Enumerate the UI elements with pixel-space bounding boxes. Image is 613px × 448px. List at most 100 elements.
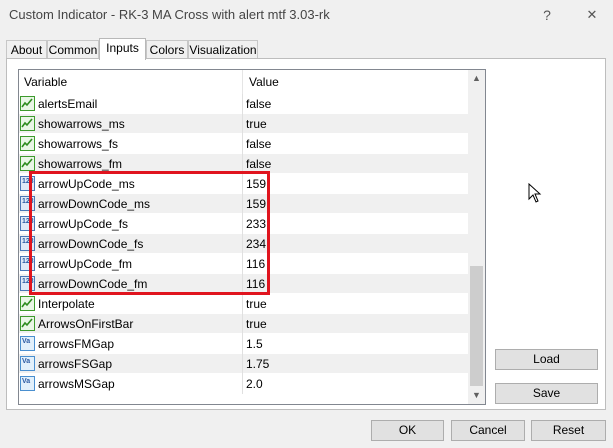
cell-divider (242, 254, 243, 274)
cell-divider (242, 134, 243, 154)
close-button[interactable]: ✕ (580, 4, 604, 26)
double-param-icon: Va (20, 336, 35, 351)
table-row[interactable]: alertsEmail false (19, 94, 468, 114)
variable-value[interactable]: 234 (246, 237, 266, 251)
int-param-icon: 123 (20, 276, 35, 291)
table-row[interactable]: showarrows_fm false (19, 154, 468, 174)
table-row[interactable]: 123 arrowUpCode_ms 159 (19, 174, 468, 194)
variable-name: Interpolate (38, 297, 95, 311)
column-value-header[interactable]: Value (249, 75, 279, 89)
table-row[interactable]: showarrows_fs false (19, 134, 468, 154)
int-param-icon: 123 (20, 236, 35, 251)
param-type-label: 123 (22, 198, 34, 205)
param-type-label: 123 (22, 178, 34, 185)
param-type-label: 123 (22, 258, 34, 265)
variable-value[interactable]: 2.0 (246, 377, 263, 391)
table-row[interactable]: Va arrowsFMGap 1.5 (19, 334, 468, 354)
int-param-icon: 123 (20, 256, 35, 271)
cancel-button[interactable]: Cancel (451, 420, 525, 441)
table-row[interactable]: 123 arrowUpCode_fm 116 (19, 254, 468, 274)
variable-value[interactable]: 159 (246, 197, 266, 211)
variable-name: arrowDownCode_fs (38, 237, 144, 251)
table-row[interactable]: Va arrowsFSGap 1.75 (19, 354, 468, 374)
bool-param-icon (20, 316, 35, 331)
bool-param-icon (20, 296, 35, 311)
mouse-cursor-icon (528, 183, 542, 203)
save-button[interactable]: Save (495, 383, 598, 404)
column-variable-header[interactable]: Variable (24, 75, 67, 89)
cell-divider (242, 94, 243, 114)
variable-value[interactable]: true (246, 297, 267, 311)
table-row[interactable]: Interpolate true (19, 294, 468, 314)
variable-value[interactable]: true (246, 117, 267, 131)
variable-name: arrowUpCode_fm (38, 257, 133, 271)
inputs-grid: Variable Value alertsEmail false showarrow… (18, 69, 486, 405)
variable-name: arrowUpCode_fs (38, 217, 129, 231)
double-param-icon: Va (20, 356, 35, 371)
tab-inputs[interactable]: Inputs (99, 38, 146, 60)
int-param-icon: 123 (20, 196, 35, 211)
int-param-icon: 123 (20, 176, 35, 191)
tab-colors[interactable]: Colors (146, 40, 188, 58)
title-bar: Custom Indicator - RK-3 MA Cross with al… (0, 0, 613, 30)
table-row[interactable]: ArrowsOnFirstBar true (19, 314, 468, 334)
table-row[interactable]: showarrows_ms true (19, 114, 468, 134)
variable-value[interactable]: true (246, 317, 267, 331)
bool-param-icon (20, 136, 35, 151)
cell-divider (242, 294, 243, 314)
cell-divider (242, 234, 243, 254)
variable-value[interactable]: 233 (246, 217, 266, 231)
variable-name: showarrows_fs (38, 137, 119, 151)
variable-value[interactable]: 159 (246, 177, 266, 191)
scroll-up-arrow-icon[interactable]: ▲ (468, 70, 485, 87)
grid-header: Variable Value (19, 70, 468, 94)
variable-value[interactable]: false (246, 97, 271, 111)
help-button[interactable]: ? (535, 4, 559, 26)
table-row[interactable]: 123 arrowDownCode_ms 159 (19, 194, 468, 214)
variable-name: arrowsFMGap (38, 337, 115, 351)
variable-name: alertsEmail (38, 97, 98, 111)
variable-name: showarrows_fm (38, 157, 123, 171)
double-param-icon: Va (20, 376, 35, 391)
param-type-label: 123 (22, 278, 34, 285)
variable-name: arrowDownCode_fm (38, 277, 148, 291)
table-row[interactable]: 123 arrowDownCode_fs 234 (19, 234, 468, 254)
bool-param-icon (20, 156, 35, 171)
variable-value[interactable]: false (246, 137, 271, 151)
scroll-down-arrow-icon[interactable]: ▼ (468, 387, 485, 404)
variable-value[interactable]: 116 (246, 257, 265, 271)
variable-name: showarrows_ms (38, 117, 125, 131)
variable-name: ArrowsOnFirstBar (38, 317, 134, 331)
param-type-label: 123 (22, 238, 34, 245)
cell-divider (242, 214, 243, 234)
variable-value[interactable]: 1.75 (246, 357, 269, 371)
variable-name: arrowUpCode_ms (38, 177, 135, 191)
int-param-icon: 123 (20, 216, 35, 231)
cell-divider (242, 274, 243, 294)
cell-divider (242, 334, 243, 354)
cell-divider (242, 374, 243, 394)
tab-about[interactable]: About (6, 40, 47, 58)
tab-visualization[interactable]: Visualization (188, 40, 258, 58)
param-type-label: Va (22, 338, 31, 345)
scroll-thumb[interactable] (470, 266, 483, 386)
grid-rows: alertsEmail false showarrows_ms true showarr… (19, 94, 468, 394)
window-title: Custom Indicator - RK-3 MA Cross with al… (9, 7, 330, 22)
bool-param-icon (20, 96, 35, 111)
reset-button[interactable]: Reset (531, 420, 606, 441)
variable-value[interactable]: false (246, 157, 271, 171)
tab-common[interactable]: Common (47, 40, 99, 58)
header-divider (242, 70, 243, 94)
table-row[interactable]: 123 arrowUpCode_fs 233 (19, 214, 468, 234)
variable-name: arrowsMSGap (38, 377, 115, 391)
variable-value[interactable]: 116 (246, 277, 265, 291)
table-row[interactable]: 123 arrowDownCode_fm 116 (19, 274, 468, 294)
cell-divider (242, 194, 243, 214)
load-button[interactable]: Load (495, 349, 598, 370)
param-type-label: 123 (22, 218, 34, 225)
variable-name: arrowDownCode_ms (38, 197, 151, 211)
ok-button[interactable]: OK (371, 420, 444, 441)
variable-value[interactable]: 1.5 (246, 337, 263, 351)
grid-scrollbar[interactable]: ▲ ▼ (468, 70, 485, 404)
table-row[interactable]: Va arrowsMSGap 2.0 (19, 374, 468, 394)
